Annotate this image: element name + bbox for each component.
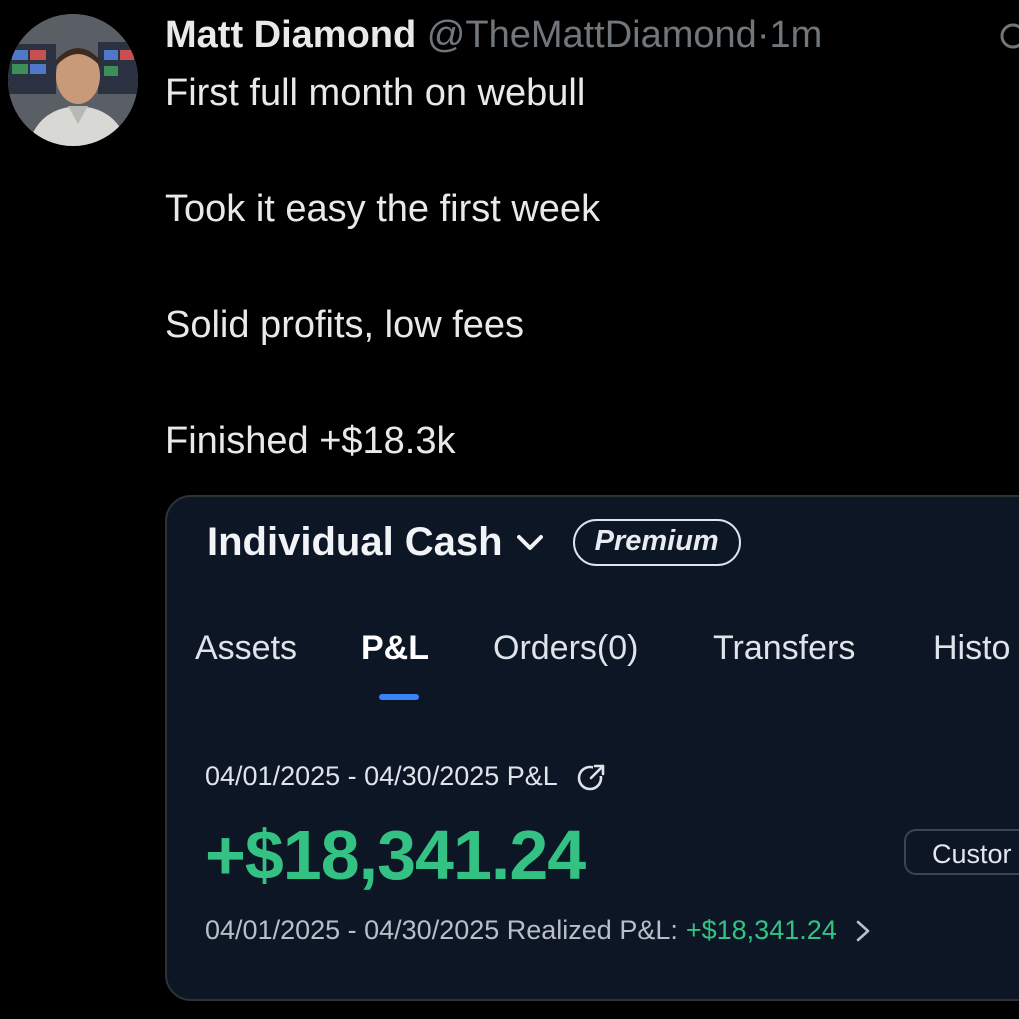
active-tab-indicator bbox=[379, 694, 419, 700]
chevron-down-icon bbox=[516, 534, 543, 550]
realized-pnl-label: 04/01/2025 - 04/30/2025 Realized P&L: bbox=[205, 915, 678, 945]
account-selector[interactable]: Individual Cash Premium bbox=[207, 519, 741, 566]
total-pnl-value: +$18,341.24 bbox=[205, 816, 586, 894]
chevron-right-icon bbox=[856, 920, 870, 941]
tweet-line: Finished +$18.3k bbox=[165, 420, 456, 462]
author-handle[interactable]: @TheMattDiamond bbox=[427, 14, 757, 56]
premium-badge: Premium bbox=[572, 519, 741, 566]
avatar[interactable] bbox=[8, 14, 138, 146]
attached-screenshot-card[interactable]: Individual Cash Premium Assets P&L Order… bbox=[165, 495, 1019, 1001]
tweet-line: First full month on webull bbox=[165, 72, 586, 114]
more-icon[interactable] bbox=[995, 18, 1019, 58]
tab-orders[interactable]: Orders(0) bbox=[493, 629, 638, 668]
share-icon[interactable] bbox=[576, 762, 606, 792]
realized-pnl-row[interactable]: 04/01/2025 - 04/30/2025 Realized P&L: +$… bbox=[205, 915, 871, 946]
tab-pnl[interactable]: P&L bbox=[361, 629, 429, 668]
author-name[interactable]: Matt Diamond bbox=[165, 14, 416, 56]
tab-transfers[interactable]: Transfers bbox=[713, 629, 855, 668]
header-separator: · bbox=[756, 14, 770, 56]
realized-pnl-value: +$18,341.24 bbox=[685, 915, 837, 945]
tweet-line: Solid profits, low fees bbox=[165, 304, 525, 346]
account-name: Individual Cash bbox=[207, 520, 503, 564]
custom-range-button[interactable]: Custor bbox=[904, 829, 1019, 875]
period-label: 04/01/2025 - 04/30/2025 P&L bbox=[205, 761, 558, 791]
tab-assets[interactable]: Assets bbox=[195, 629, 297, 668]
timestamp[interactable]: 1m bbox=[769, 14, 822, 56]
tab-history[interactable]: Histo bbox=[933, 629, 1010, 668]
tweet-header: Matt Diamond @TheMattDiamond·1m bbox=[165, 12, 822, 58]
tweet-line: Took it easy the first week bbox=[165, 188, 601, 230]
period-row: 04/01/2025 - 04/30/2025 P&L bbox=[205, 761, 606, 792]
